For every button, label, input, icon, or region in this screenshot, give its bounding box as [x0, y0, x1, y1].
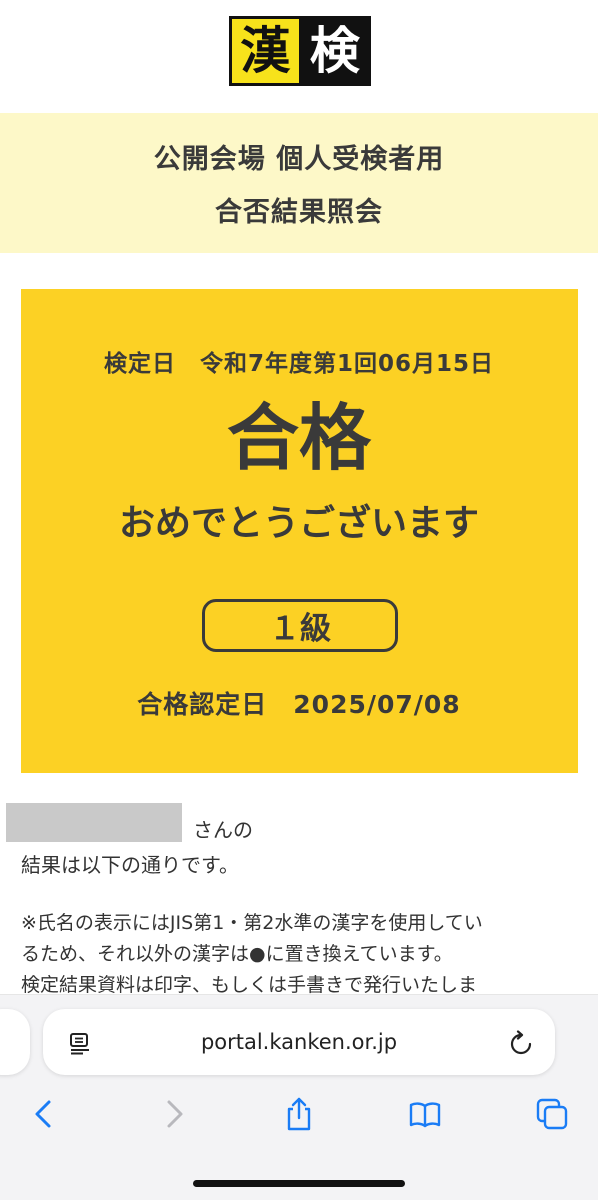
redacted-name	[6, 803, 182, 842]
note-line: ※氏名の表示にはJIS第1・第2水準の漢字を使用してい	[21, 912, 483, 934]
congratulations-text: おめでとうございます	[118, 503, 479, 544]
exam-date: 検定日 令和7年度第1回06月15日	[103, 351, 495, 377]
logo-char-ken: 検	[301, 19, 368, 83]
forward-icon[interactable]	[157, 1097, 191, 1131]
kanken-logo[interactable]: 漢 検	[229, 16, 371, 86]
note-line: るため、それ以外の漢字は●に置き換えています。	[21, 943, 453, 965]
bookmarks-icon[interactable]	[408, 1097, 442, 1131]
page-title-line-1: 公開会場 個人受検者用	[153, 144, 445, 175]
share-icon[interactable]	[282, 1097, 316, 1131]
logo-char-kan: 漢	[232, 19, 299, 83]
tabs-icon[interactable]	[535, 1097, 569, 1131]
reload-icon[interactable]	[509, 1030, 533, 1056]
result-intro-text: 結果は以下の通りです。	[21, 853, 239, 877]
pass-status: 合格	[226, 396, 371, 480]
logo-bar: 漢 検	[0, 0, 598, 112]
certification-date: 合格認定日 2025/07/08	[137, 690, 461, 719]
honorific-text: さんの	[193, 818, 253, 842]
home-indicator	[193, 1180, 405, 1187]
page-title-line-2: 合否結果照会	[215, 197, 383, 228]
previous-tab-peek[interactable]	[0, 1009, 30, 1075]
url-text: portal.kanken.or.jp	[200, 1030, 398, 1054]
back-icon[interactable]	[27, 1097, 61, 1131]
note-text: ※氏名の表示にはJIS第1・第2水準の漢字を使用してい るため、それ以外の漢字は…	[21, 908, 581, 1001]
address-bar[interactable]: portal.kanken.or.jp	[43, 1009, 555, 1075]
page-title-band: 公開会場 個人受検者用 合否結果照会	[0, 113, 598, 253]
grade-badge: １級	[202, 599, 398, 652]
